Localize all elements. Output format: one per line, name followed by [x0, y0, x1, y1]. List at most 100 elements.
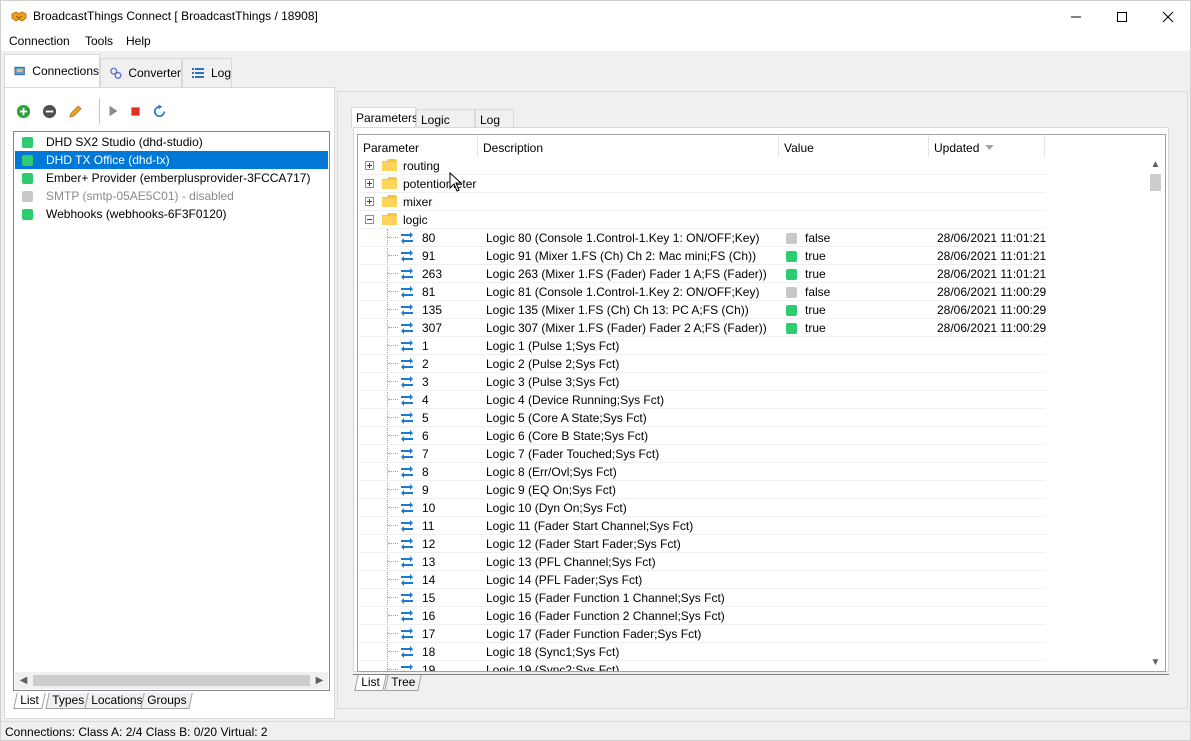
table-row[interactable]: 11 Logic 11 (Fader Start Channel;Sys Fct): [358, 517, 1046, 535]
tab-view-tree-label: Tree: [391, 675, 416, 689]
parameter-id: 135: [422, 303, 443, 317]
column-header-description[interactable]: Description: [478, 135, 779, 157]
connection-item[interactable]: Ember+ Provider (emberplusprovider-3FCCA…: [15, 169, 328, 187]
connection-status-indicator: [22, 172, 33, 184]
stop-connection-button[interactable]: [127, 103, 143, 119]
scroll-left-icon[interactable]: ◀: [15, 672, 32, 689]
logic-arrows-icon: [401, 538, 413, 550]
title-bar: BroadcastThings Connect [ BroadcastThing…: [0, 0, 1191, 31]
expand-icon[interactable]: [365, 161, 374, 170]
table-row[interactable]: 6 Logic 6 (Core B State;Sys Fct): [358, 427, 1046, 445]
menu-help[interactable]: Help: [126, 34, 151, 48]
scroll-right-icon[interactable]: ▶: [311, 672, 328, 689]
table-row[interactable]: 2 Logic 2 (Pulse 2;Sys Fct): [358, 355, 1046, 373]
converter-icon: [110, 67, 122, 79]
expand-icon[interactable]: [365, 197, 374, 206]
table-row[interactable]: 263 Logic 263 (Mixer 1.FS (Fader) Fader 1…: [358, 265, 1046, 283]
table-row[interactable]: 1 Logic 1 (Pulse 1;Sys Fct): [358, 337, 1046, 355]
table-row[interactable]: 16 Logic 16 (Fader Function 2 Channel;Sys…: [358, 607, 1046, 625]
table-row[interactable]: 7 Logic 7 (Fader Touched;Sys Fct): [358, 445, 1046, 463]
column-header-value[interactable]: Value: [779, 135, 929, 157]
value-indicator: [786, 305, 797, 316]
connection-item[interactable]: DHD SX2 Studio (dhd-studio): [15, 133, 328, 151]
stop-icon: [130, 106, 140, 116]
table-row[interactable]: 14 Logic 14 (PFL Fader;Sys Fct): [358, 571, 1046, 589]
value-indicator: [786, 251, 797, 262]
scrollbar-thumb[interactable]: [33, 675, 310, 686]
table-row[interactable]: 19 Logic 19 (Sync2;Sys Fct): [358, 661, 1046, 671]
close-button[interactable]: [1145, 1, 1191, 32]
menu-tools[interactable]: Tools: [85, 34, 113, 48]
add-connection-button[interactable]: [15, 103, 31, 119]
value-indicator: [786, 269, 797, 280]
tab-view-tree[interactable]: Tree: [384, 675, 422, 691]
tab-parameters[interactable]: Parameters: [351, 107, 418, 129]
start-connection-button[interactable]: [105, 103, 121, 119]
tab-log[interactable]: Log: [182, 58, 232, 87]
tab-list[interactable]: List: [13, 693, 46, 709]
table-row[interactable]: 18 Logic 18 (Sync1;Sys Fct): [358, 643, 1046, 661]
tab-detail-log[interactable]: Log: [475, 109, 514, 129]
list-icon: [191, 68, 204, 78]
scroll-up-icon[interactable]: ▲: [1147, 156, 1164, 173]
tab-converter[interactable]: Converter: [100, 58, 182, 87]
connection-item[interactable]: SMTP (smtp-05AE5C01) - disabled: [15, 187, 328, 205]
table-row[interactable]: 9 Logic 9 (EQ On;Sys Fct): [358, 481, 1046, 499]
parameters-vscrollbar[interactable]: ▲ ▼: [1147, 156, 1164, 671]
parameter-updated: 28/06/2021 11:01:21: [937, 231, 1047, 245]
table-row[interactable]: 13 Logic 13 (PFL Channel;Sys Fct): [358, 553, 1046, 571]
parameters-panel: Parameter Description Value Updated rout…: [353, 127, 1169, 672]
expand-icon[interactable]: [365, 179, 374, 188]
menu-connection[interactable]: Connection: [9, 34, 70, 48]
scrollbar-thumb[interactable]: [1150, 174, 1161, 191]
table-row[interactable]: 5 Logic 5 (Core A State;Sys Fct): [358, 409, 1046, 427]
tree-branch-line: [388, 633, 398, 634]
maximize-button[interactable]: [1099, 1, 1145, 32]
tree-folder-row[interactable]: mixer: [358, 193, 1046, 211]
tree-branch-line: [388, 669, 398, 670]
table-row[interactable]: 17 Logic 17 (Fader Function Fader;Sys Fct…: [358, 625, 1046, 643]
tab-groups[interactable]: Groups: [140, 693, 194, 709]
logic-arrows-icon: [401, 286, 413, 298]
collapse-icon[interactable]: [365, 215, 374, 224]
connection-item[interactable]: DHD TX Office (dhd-tx): [15, 151, 328, 169]
tree-branch-line: [388, 435, 398, 436]
minimize-button[interactable]: [1053, 1, 1099, 32]
connection-details-pane: Parameters Logic Wall Log Parameter Desc…: [337, 91, 1188, 709]
connection-list-hscrollbar[interactable]: ◀ ▶: [15, 672, 328, 689]
tab-locations[interactable]: Locations: [84, 693, 150, 709]
tab-detail-log-label: Log: [480, 113, 501, 127]
column-header-parameter[interactable]: Parameter: [358, 135, 478, 157]
table-row[interactable]: 91 Logic 91 (Mixer 1.FS (Ch) Ch 2: Mac mi…: [358, 247, 1046, 265]
parameter-description: Logic 80 (Console 1.Control-1.Key 1: ON/…: [486, 231, 760, 245]
edit-connection-button[interactable]: [67, 103, 83, 119]
tab-view-list[interactable]: List: [354, 675, 387, 691]
refresh-connection-button[interactable]: [151, 103, 167, 119]
table-row[interactable]: 12 Logic 12 (Fader Start Fader;Sys Fct): [358, 535, 1046, 553]
parameter-id: 3: [422, 375, 429, 389]
parameter-id: 18: [422, 645, 436, 659]
parameter-id: 16: [422, 609, 436, 623]
tab-connections[interactable]: Connections: [4, 54, 100, 87]
table-row[interactable]: 81 Logic 81 (Console 1.Control-1.Key 2: O…: [358, 283, 1046, 301]
column-header-updated[interactable]: Updated: [929, 135, 1045, 157]
table-row[interactable]: 8 Logic 8 (Err/Ovl;Sys Fct): [358, 463, 1046, 481]
tree-branch-line: [388, 255, 398, 256]
table-row[interactable]: 4 Logic 4 (Device Running;Sys Fct): [358, 391, 1046, 409]
table-row[interactable]: 307 Logic 307 (Mixer 1.FS (Fader) Fader 2…: [358, 319, 1046, 337]
tab-logic-wall[interactable]: Logic Wall: [416, 109, 475, 141]
remove-connection-button[interactable]: [41, 103, 57, 119]
column-header-label: Parameter: [363, 141, 420, 155]
table-row[interactable]: 15 Logic 15 (Fader Function 1 Channel;Sys…: [358, 589, 1046, 607]
table-row[interactable]: 3 Logic 3 (Pulse 3;Sys Fct): [358, 373, 1046, 391]
table-row[interactable]: 80 Logic 80 (Console 1.Control-1.Key 1: O…: [358, 229, 1046, 247]
value-indicator: [786, 287, 797, 298]
connection-label: Webhooks (webhooks-6F3F0120): [46, 207, 227, 221]
logic-arrows-icon: [401, 340, 413, 352]
table-row[interactable]: 135 Logic 135 (Mixer 1.FS (Ch) Ch 13: PC …: [358, 301, 1046, 319]
parameter-id: 5: [422, 411, 429, 425]
scroll-down-icon[interactable]: ▼: [1147, 654, 1164, 671]
tree-folder-row[interactable]: logic: [358, 211, 1046, 229]
connection-item[interactable]: Webhooks (webhooks-6F3F0120): [15, 205, 328, 223]
table-row[interactable]: 10 Logic 10 (Dyn On;Sys Fct): [358, 499, 1046, 517]
